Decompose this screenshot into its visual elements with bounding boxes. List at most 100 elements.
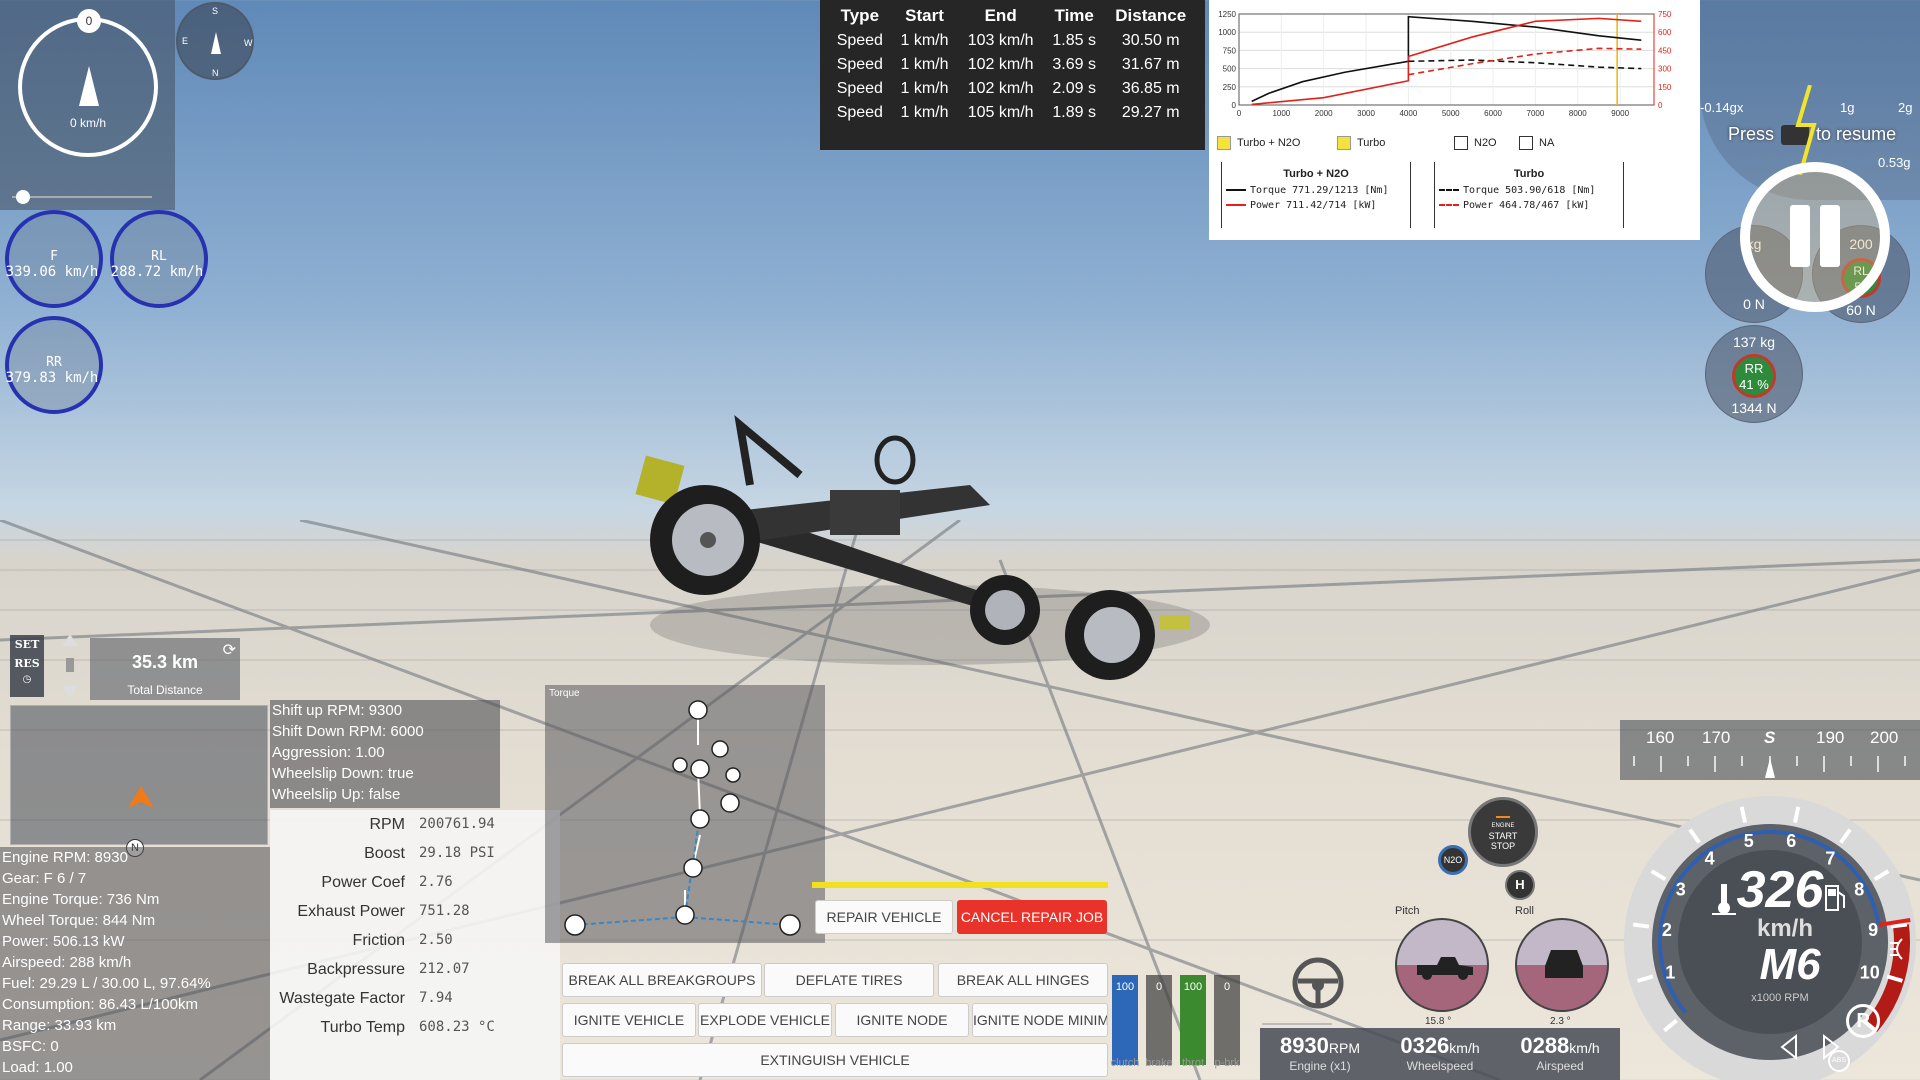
cancel-repair-button[interactable]: CANCEL REPAIR JOB xyxy=(957,900,1107,934)
param-value: 212.07 xyxy=(419,961,470,977)
param-value: 2.50 xyxy=(419,932,453,948)
cruise-set-button[interactable]: SET xyxy=(10,638,44,651)
heading-tick: 170 xyxy=(1702,728,1731,747)
cell: 3.69 s xyxy=(1052,56,1096,73)
param-value: 608.23 °C xyxy=(419,1019,495,1035)
cruise-res-button[interactable]: RES xyxy=(10,657,44,670)
tachometer: 1 2 3 4 5 6 7 8 9 10 326 km/h M6 x1000 RPM P ABS xyxy=(1620,782,1920,1080)
col-time: Time xyxy=(1054,6,1094,25)
cruise-arrows xyxy=(62,634,78,698)
shift-up-rpm: Shift up RPM: 9300 xyxy=(272,702,403,719)
cruise-up-icon[interactable] xyxy=(62,634,78,646)
x-tick-label: 9000 xyxy=(1611,109,1629,118)
cell: 31.67 m xyxy=(1121,56,1180,73)
minimap[interactable]: N xyxy=(10,705,268,857)
legend-check-label: Turbo xyxy=(1357,137,1386,149)
cell: 1 km/h xyxy=(900,80,949,97)
engine-info-panel: Engine RPM: 8930 Gear: F 6 / 7 Engine To… xyxy=(0,847,270,1080)
pedal-label: p-brk xyxy=(1214,1057,1240,1069)
steering-wheel-icon xyxy=(1292,957,1344,1009)
col-start: Start xyxy=(905,6,944,25)
checkbox-n2o[interactable] xyxy=(1454,136,1468,150)
x-tick-label: 1000 xyxy=(1272,109,1290,118)
wheelslip-up: Wheelslip Up: false xyxy=(272,786,401,803)
tire-monitor-label: RR xyxy=(1744,361,1764,376)
vehicle-chassis xyxy=(635,415,1210,680)
cruise-speed-icon xyxy=(66,658,74,672)
n2o-button[interactable]: N2O xyxy=(1438,845,1468,875)
zoom-slider-handle[interactable] xyxy=(16,190,30,204)
tire-gauge-rr: RR 379.83 km/h xyxy=(5,316,103,414)
tire-gauge-rl: RL 288.72 km/h xyxy=(110,210,208,308)
tacho-tick xyxy=(1890,922,1908,929)
cell: 36.85 m xyxy=(1121,80,1180,97)
tacho-unit: km/h xyxy=(1756,915,1813,942)
break-breakgroups-button[interactable]: BREAK ALL BREAKGROUPS xyxy=(562,963,762,997)
engine-indicator xyxy=(1496,816,1510,818)
explode-vehicle-button[interactable]: EXPLODE VEHICLE xyxy=(698,1003,832,1037)
handbrake-icon[interactable]: H xyxy=(1505,870,1535,900)
engine-torque: Engine Torque: 736 Nm xyxy=(2,891,160,908)
shift-settings: Shift up RPM: 9300 Shift Down RPM: 6000 … xyxy=(270,700,500,808)
table-row: Speed 1 km/h 102 km/h 2.09 s 36.85 m xyxy=(828,77,1197,101)
y-right-tick-label: 150 xyxy=(1658,83,1672,92)
checkbox-turbo-n2o[interactable] xyxy=(1217,136,1231,150)
tacho-number: 9 xyxy=(1868,920,1878,940)
extinguish-vehicle-button[interactable]: EXTINGUISH VEHICLE xyxy=(562,1043,1108,1077)
gforce-tick-1g: 1g xyxy=(1840,100,1855,115)
ignite-node-button[interactable]: IGNITE NODE xyxy=(835,1003,969,1037)
pedal-clutch: 100 clutch xyxy=(1111,975,1139,1069)
param-value: 2.76 xyxy=(419,874,453,890)
cell: 1 km/h xyxy=(900,56,949,73)
readout-value: 0326 xyxy=(1400,1033,1450,1058)
pause-bar-left xyxy=(1790,205,1810,267)
pitch-gauge xyxy=(1395,918,1489,1012)
tacho-number: 8 xyxy=(1854,880,1864,900)
pause-button[interactable] xyxy=(1740,162,1890,312)
readout-rpm: 8930RPM Engine (x1) xyxy=(1260,1033,1380,1073)
deflate-tires-button[interactable]: DEFLATE TIRES xyxy=(764,963,934,997)
temperature-icon xyxy=(1712,884,1736,915)
cruise-toggle-icon[interactable]: ◷ xyxy=(10,674,44,685)
pitch-label: Pitch xyxy=(1395,905,1420,917)
ignite-vehicle-button[interactable]: IGNITE VEHICLE xyxy=(562,1003,696,1037)
legend-power: Power 464.78/467 [kW] xyxy=(1463,200,1590,211)
range: Range: 33.93 km xyxy=(2,1017,117,1034)
x-tick-label: 7000 xyxy=(1527,109,1545,118)
compass-dial: 0 0 km/h xyxy=(18,9,158,157)
zoom-slider-track[interactable] xyxy=(12,196,152,198)
x-tick-label: 5000 xyxy=(1442,109,1460,118)
airspeed: Airspeed: 288 km/h xyxy=(2,954,132,971)
power: Power: 506.13 kW xyxy=(2,933,125,950)
torque-tree-diagram xyxy=(564,700,801,936)
cell: 1.89 s xyxy=(1052,104,1096,121)
break-hinges-button[interactable]: BREAK ALL HINGES xyxy=(938,963,1108,997)
cell: 103 km/h xyxy=(967,32,1034,49)
tacho-scale: x1000 RPM xyxy=(1751,992,1809,1004)
tire-gauge-label: RL xyxy=(151,249,167,264)
tacho-number: 4 xyxy=(1705,848,1715,868)
gforce-long: 0.53g xyxy=(1878,155,1911,170)
mini-compass: S E W N xyxy=(176,2,254,80)
pedal-label: clutch xyxy=(1110,1057,1140,1069)
tacho-number: 3 xyxy=(1676,880,1686,900)
gforce-tick-2g: 2g xyxy=(1898,100,1913,115)
checkbox-turbo[interactable] xyxy=(1337,136,1351,150)
roll-label: Roll xyxy=(1515,905,1534,917)
readout-label: Engine (x1) xyxy=(1289,1059,1351,1073)
cruise-down-icon[interactable] xyxy=(62,686,78,698)
series-turbo-power xyxy=(1408,47,1642,76)
cell: Speed xyxy=(836,56,883,73)
readout-airspeed: 0288km/h Airspeed xyxy=(1500,1033,1620,1073)
tacho-park-indicator: P xyxy=(1846,1004,1880,1038)
legend-check-label: N2O xyxy=(1474,137,1497,149)
repair-vehicle-button[interactable]: REPAIR VEHICLE xyxy=(815,900,953,934)
cell: 102 km/h xyxy=(967,56,1034,73)
y-left-tick-label: 500 xyxy=(1223,65,1237,74)
engine-start-stop-button[interactable]: ENGINE START STOP xyxy=(1468,797,1538,867)
param-value: 7.94 xyxy=(419,990,453,1006)
checkbox-na[interactable] xyxy=(1519,136,1533,150)
ignite-node-minimum-button[interactable]: IGNITE NODE MINIM xyxy=(972,1003,1108,1037)
reset-distance-icon[interactable]: ⟳ xyxy=(223,640,236,660)
legend-torque: Torque 503.90/618 [Nm] xyxy=(1463,185,1596,196)
